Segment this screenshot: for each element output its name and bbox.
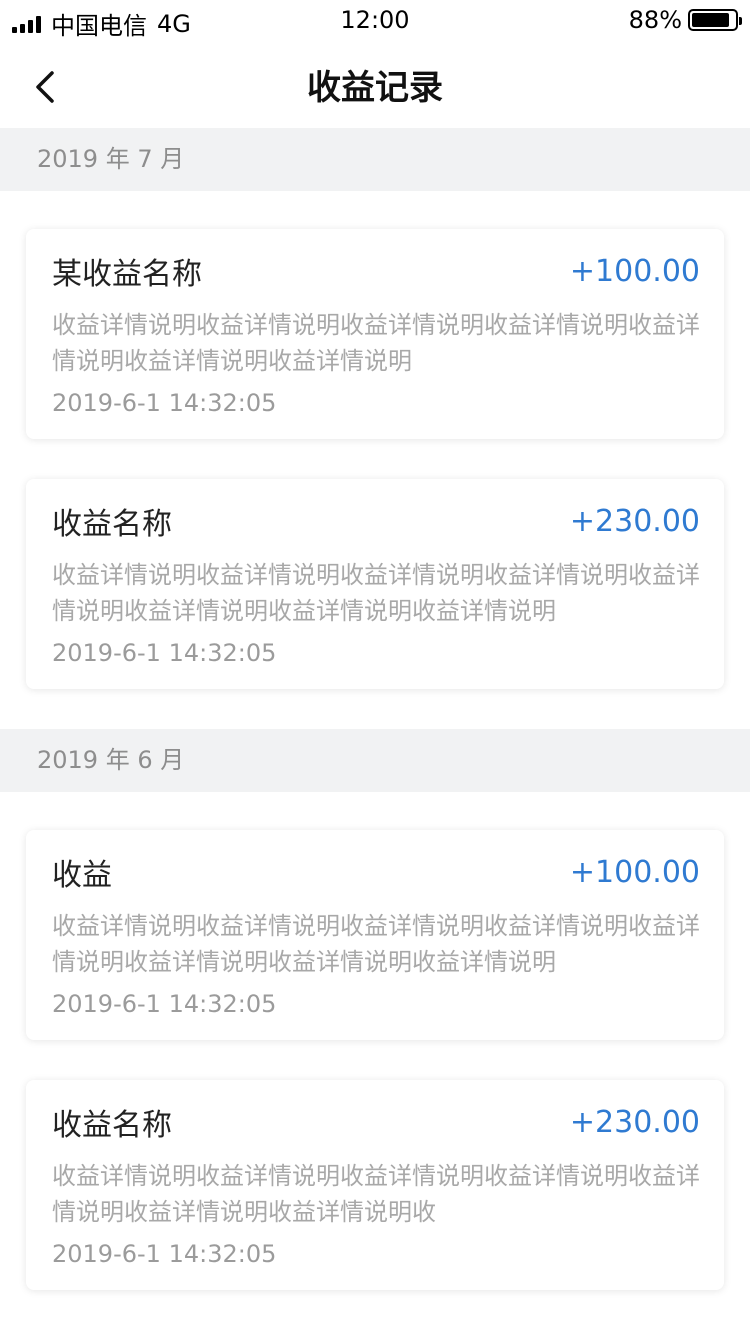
record-amount: +100.00 bbox=[569, 854, 700, 890]
record-list: 某收益名称 +100.00 收益详情说明收益详情说明收益详情说明收益详情说明收益… bbox=[0, 191, 750, 689]
status-right: 88% bbox=[628, 6, 742, 34]
record-title: 收益名称 bbox=[52, 507, 172, 542]
record-time: 2019-6-1 14:32:05 bbox=[52, 1240, 277, 1268]
record-card-header: 收益名称 +230.00 bbox=[52, 1100, 700, 1144]
record-card-header: 收益 +100.00 bbox=[52, 850, 700, 894]
battery-level-fill bbox=[692, 13, 729, 27]
record-amount: +230.00 bbox=[569, 503, 700, 539]
month-header: 2019 年 7 月 bbox=[0, 128, 750, 191]
record-time: 2019-6-1 14:32:05 bbox=[52, 990, 277, 1018]
record-amount: +230.00 bbox=[569, 1104, 700, 1140]
month-header: 2019 年 6 月 bbox=[0, 729, 750, 792]
record-time: 2019-6-1 14:32:05 bbox=[52, 389, 277, 417]
record-title: 某收益名称 bbox=[52, 257, 202, 292]
record-amount: +100.00 bbox=[569, 253, 700, 289]
status-bar: 中国电信 4G 12:00 88% bbox=[0, 0, 750, 42]
record-description: 收益详情说明收益详情说明收益详情说明收益详情说明收益详情说明收益详情说明收益详情… bbox=[52, 561, 700, 625]
record-card[interactable]: 收益名称 +230.00 收益详情说明收益详情说明收益详情说明收益详情说明收益详… bbox=[26, 1080, 724, 1290]
income-record-list: 2019 年 7 月 某收益名称 +100.00 收益详情说明收益详情说明收益详… bbox=[0, 128, 750, 1290]
record-list: 收益 +100.00 收益详情说明收益详情说明收益详情说明收益详情说明收益详情说… bbox=[0, 792, 750, 1290]
record-title: 收益 bbox=[52, 858, 112, 893]
record-card-header: 收益名称 +230.00 bbox=[52, 499, 700, 543]
record-description: 收益详情说明收益详情说明收益详情说明收益详情说明收益详情说明收益详情说明收益详情… bbox=[52, 311, 700, 375]
battery-icon bbox=[688, 9, 742, 31]
record-card[interactable]: 收益 +100.00 收益详情说明收益详情说明收益详情说明收益详情说明收益详情说… bbox=[26, 830, 724, 1040]
record-card-header: 某收益名称 +100.00 bbox=[52, 249, 700, 293]
battery-percent-label: 88% bbox=[628, 6, 682, 34]
record-title: 收益名称 bbox=[52, 1108, 172, 1143]
record-description: 收益详情说明收益详情说明收益详情说明收益详情说明收益详情说明收益详情说明收益详情… bbox=[52, 912, 700, 976]
nav-bar: 收益记录 bbox=[0, 42, 750, 128]
record-card[interactable]: 收益名称 +230.00 收益详情说明收益详情说明收益详情说明收益详情说明收益详… bbox=[26, 479, 724, 689]
record-time: 2019-6-1 14:32:05 bbox=[52, 639, 277, 667]
record-description: 收益详情说明收益详情说明收益详情说明收益详情说明收益详情说明收益详情说明收益详情… bbox=[52, 1162, 700, 1226]
page-title: 收益记录 bbox=[307, 68, 443, 108]
record-card[interactable]: 某收益名称 +100.00 收益详情说明收益详情说明收益详情说明收益详情说明收益… bbox=[26, 229, 724, 439]
